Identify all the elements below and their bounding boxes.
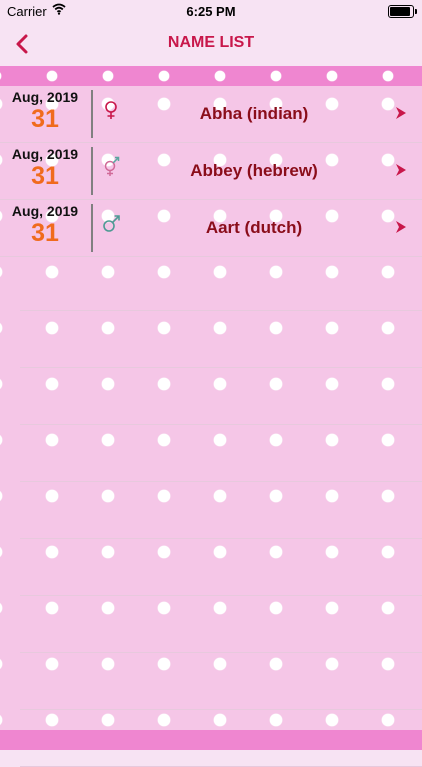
battery-icon [388, 5, 417, 18]
separator [20, 368, 422, 425]
separator [20, 425, 422, 482]
list-item[interactable]: Aug, 2019 31 Abbey (hebrew) [0, 143, 422, 200]
unisex-icon [104, 156, 120, 176]
list-item[interactable]: Aug, 2019 31 Aart (dutch) [0, 200, 422, 257]
clock: 6:25 PM [186, 4, 236, 19]
date-month: Aug, 2019 [11, 203, 79, 219]
bottom-border-band [0, 730, 422, 750]
page-title: NAME LIST [167, 34, 255, 51]
chevron-right-icon[interactable] [394, 162, 408, 178]
name-label: Abha (indian) [199, 104, 309, 123]
divider [91, 90, 93, 138]
date-day: 31 [31, 162, 59, 190]
separator [20, 311, 422, 368]
date-day: 31 [31, 105, 59, 133]
male-icon [103, 215, 120, 232]
date-month: Aug, 2019 [11, 89, 79, 105]
divider [91, 147, 93, 195]
date-day: 31 [31, 219, 59, 247]
separator [20, 482, 422, 539]
chevron-right-icon[interactable] [394, 105, 408, 121]
list-item[interactable]: Aug, 2019 31 Abha (indian) [0, 86, 422, 143]
female-icon [105, 101, 117, 119]
name-label: Aart (dutch) [205, 218, 303, 237]
top-border-band [0, 66, 422, 86]
status-bar: Carrier 6:25 PM [0, 0, 422, 22]
separator [20, 254, 422, 311]
date-month: Aug, 2019 [11, 146, 79, 162]
name-list: Aug, 2019 31 Abha (indian) Aug, 2019 31 … [0, 86, 422, 257]
nav-bar: NAME LIST [0, 22, 422, 66]
name-label: Abbey (hebrew) [190, 161, 318, 180]
separator [20, 653, 422, 710]
separator [20, 596, 422, 653]
name-list-area[interactable]: Aug, 2019 31 Abha (indian) Aug, 2019 31 … [0, 66, 422, 767]
divider [91, 204, 93, 252]
separator [20, 539, 422, 596]
chevron-right-icon[interactable] [394, 219, 408, 235]
empty-row-separators [20, 254, 422, 767]
